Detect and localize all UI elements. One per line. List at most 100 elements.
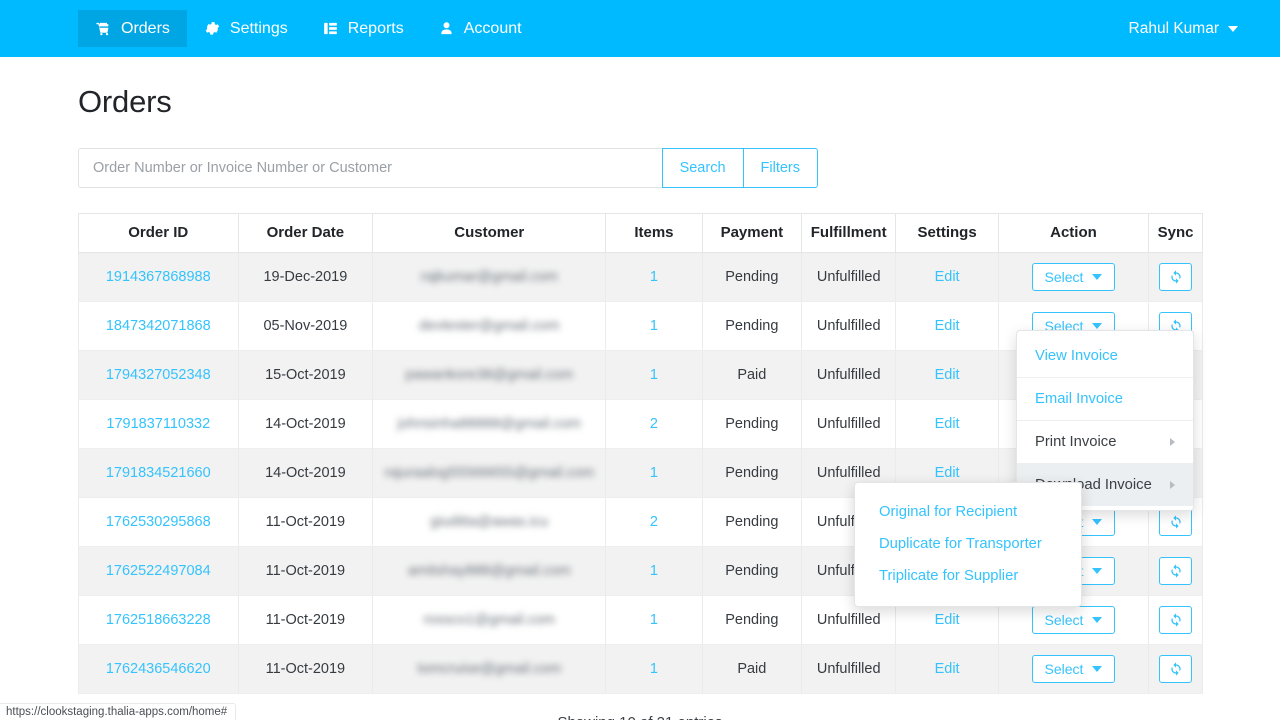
cell-payment: Pending [702, 547, 801, 596]
order-id-link[interactable]: 1762530295868 [106, 514, 211, 530]
cell-customer: pawankore38@gmail.com [373, 351, 606, 400]
dropdown-item-label: Email Invoice [1035, 391, 1123, 407]
edit-link[interactable]: Edit [935, 269, 960, 285]
dropdown-item-email-invoice[interactable]: Email Invoice [1017, 378, 1193, 421]
dropdown-item-view-invoice[interactable]: View Invoice [1017, 335, 1193, 378]
cart-icon [95, 20, 112, 37]
cell-items: 1 [606, 449, 702, 498]
chevron-right-icon [1170, 438, 1175, 446]
nav-item-label: Account [464, 21, 522, 37]
cell-payment: Paid [702, 351, 801, 400]
items-count-link[interactable]: 1 [650, 563, 658, 579]
search-input[interactable] [78, 148, 662, 188]
nav-item-label: Reports [348, 21, 404, 37]
column-header-fulfillment: Fulfillment [802, 214, 896, 253]
user-menu[interactable]: Rahul Kumar [1129, 20, 1256, 38]
cell-order-date: 14-Oct-2019 [238, 400, 373, 449]
action-select-button[interactable]: Select [1032, 606, 1116, 634]
table-icon [322, 20, 339, 37]
items-count-link[interactable]: 1 [650, 269, 658, 285]
customer-email-redacted: rajkumar@gmail.com [421, 269, 558, 285]
entries-count: Showing 10 of 21 entries [78, 714, 1202, 720]
cell-customer: tomcruise@gmail.com [373, 645, 606, 694]
items-count-link[interactable]: 1 [650, 465, 658, 481]
order-id-link[interactable]: 1762522497084 [106, 563, 211, 579]
cell-customer: devtester@gmail.com [373, 302, 606, 351]
items-count-link[interactable]: 2 [650, 416, 658, 432]
cell-fulfillment: Unfulfilled [802, 302, 896, 351]
edit-link[interactable]: Edit [935, 661, 960, 677]
items-count-link[interactable]: 2 [650, 514, 658, 530]
order-id-link[interactable]: 1794327052348 [106, 367, 211, 383]
nav-item-account[interactable]: Account [421, 10, 539, 47]
cell-items: 1 [606, 596, 702, 645]
cell-order-id: 1791834521660 [79, 449, 239, 498]
order-id-link[interactable]: 1791834521660 [106, 465, 211, 481]
nav-item-settings[interactable]: Settings [187, 10, 305, 47]
dropdown-item-print-invoice[interactable]: Print Invoice [1017, 421, 1193, 464]
chevron-down-icon [1228, 26, 1238, 32]
edit-link[interactable]: Edit [935, 465, 960, 481]
column-header-payment: Payment [702, 214, 801, 253]
nav-links: OrdersSettings Reports Account [78, 10, 539, 47]
cell-settings: Edit [896, 253, 999, 302]
cell-items: 2 [606, 498, 702, 547]
edit-link[interactable]: Edit [935, 416, 960, 432]
cell-payment: Pending [702, 253, 801, 302]
customer-email-redacted: johnsinha88888@gmail.com [398, 416, 581, 432]
sync-button[interactable] [1159, 557, 1192, 585]
items-count-link[interactable]: 1 [650, 661, 658, 677]
order-id-link[interactable]: 1847342071868 [106, 318, 211, 334]
search-button[interactable]: Search [662, 148, 743, 188]
action-select-button[interactable]: Select [1032, 263, 1116, 291]
items-count-link[interactable]: 1 [650, 367, 658, 383]
cell-order-id: 1762436546620 [79, 645, 239, 694]
sync-button[interactable] [1159, 655, 1192, 683]
items-count-link[interactable]: 1 [650, 612, 658, 628]
order-id-link[interactable]: 1762436546620 [106, 661, 211, 677]
customer-email-redacted: rossco1@gmail.com [423, 612, 555, 628]
edit-link[interactable]: Edit [935, 367, 960, 383]
submenu-item-triplicate-for-supplier[interactable]: Triplicate for Supplier [855, 560, 1081, 592]
cell-settings: Edit [896, 400, 999, 449]
cell-customer: rossco1@gmail.com [373, 596, 606, 645]
nav-item-orders[interactable]: Orders [78, 10, 187, 47]
gear-icon [204, 20, 221, 37]
chevron-down-icon [1092, 274, 1102, 280]
invoice-copy-submenu: Original for RecipientDuplicate for Tran… [854, 482, 1082, 607]
table-row: 191436786898819-Dec-2019rajkumar@gmail.c… [79, 253, 1203, 302]
cell-payment: Pending [702, 498, 801, 547]
cell-order-date: 11-Oct-2019 [238, 596, 373, 645]
order-id-link[interactable]: 1762518663228 [106, 612, 211, 628]
cell-items: 2 [606, 400, 702, 449]
column-header-sync: Sync [1149, 214, 1203, 253]
edit-link[interactable]: Edit [935, 612, 960, 628]
column-header-order-date: Order Date [238, 214, 373, 253]
cell-fulfillment: Unfulfilled [802, 351, 896, 400]
cell-items: 1 [606, 645, 702, 694]
cell-items: 1 [606, 547, 702, 596]
order-id-link[interactable]: 1791837110332 [106, 416, 210, 432]
action-select-button[interactable]: Select [1032, 655, 1116, 683]
sync-button[interactable] [1159, 263, 1192, 291]
submenu-item-original-for-recipient[interactable]: Original for Recipient [855, 496, 1081, 528]
chevron-down-icon [1092, 323, 1102, 329]
table-header-row: Order IDOrder DateCustomerItemsPaymentFu… [79, 214, 1203, 253]
edit-link[interactable]: Edit [935, 318, 960, 334]
customer-email-redacted: giuditta@awas.icu [430, 514, 548, 530]
nav-item-reports[interactable]: Reports [305, 10, 421, 47]
column-header-customer: Customer [373, 214, 606, 253]
cell-order-date: 11-Oct-2019 [238, 498, 373, 547]
column-header-settings: Settings [896, 214, 999, 253]
items-count-link[interactable]: 1 [650, 318, 658, 334]
order-id-link[interactable]: 1914367868988 [106, 269, 211, 285]
sync-button[interactable] [1159, 508, 1192, 536]
filters-button[interactable]: Filters [743, 148, 818, 188]
cell-settings: Edit [896, 645, 999, 694]
cell-customer: rajuraalog55566655@gmail.com [373, 449, 606, 498]
cell-settings: Edit [896, 351, 999, 400]
cell-customer: amitshay888@gmail.com [373, 547, 606, 596]
submenu-item-duplicate-for-transporter[interactable]: Duplicate for Transporter [855, 528, 1081, 560]
sync-button[interactable] [1159, 606, 1192, 634]
cell-order-date: 05-Nov-2019 [238, 302, 373, 351]
